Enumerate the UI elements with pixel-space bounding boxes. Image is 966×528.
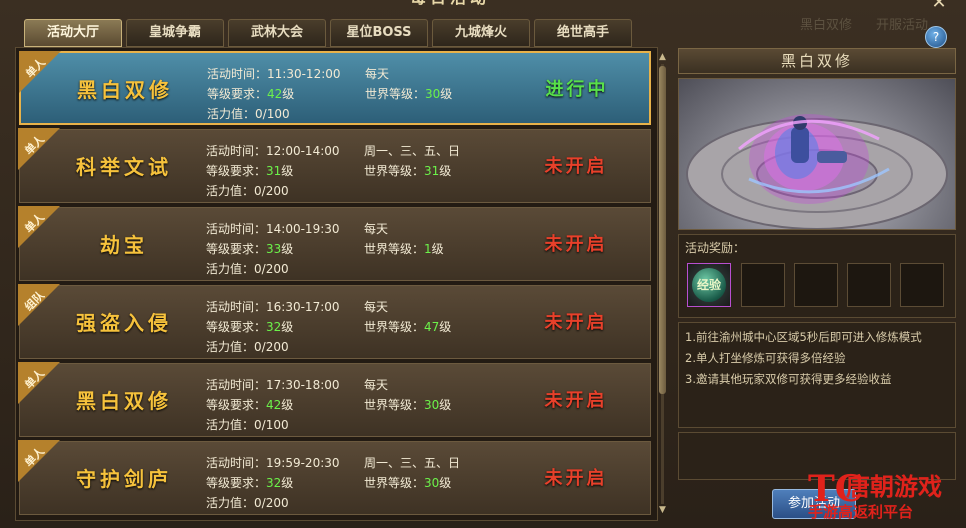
exp-gem-icon: 经验 [692,268,726,302]
activity-time: 活动时间：14:00-19:30 [206,222,340,236]
level-requirement: 等级要求：32级 [206,320,294,334]
activity-days: 每天 [365,67,390,81]
activity-time: 活动时间：16:30-17:00 [206,300,340,314]
activity-days: 每天 [364,300,389,314]
tab-nine-city-beacon[interactable]: 九城烽火 [432,19,530,47]
tab-martial-conference[interactable]: 武林大会 [228,19,326,47]
activity-status: 未开启 [544,312,608,333]
activity-name: 强盗入侵 [76,311,172,335]
reward-slot-empty[interactable] [741,263,785,307]
activity-time: 活动时间：11:30-12:00 [207,67,341,81]
activity-status: 未开启 [544,468,608,489]
activity-time: 活动时间：19:59-20:30 [206,456,340,470]
activity-row[interactable]: 单人 科举文试 活动时间：12:00-14:00 等级要求：31级 活力值：0/200 周… [18,128,651,203]
activity-value: 活力值：0/200 [206,340,289,354]
activity-name: 劫宝 [100,233,148,257]
watermark-subtitle: 手游高返利平台 [808,503,914,521]
activity-row[interactable]: 组队 强盗入侵 活动时间：16:30-17:00 等级要求：32级 活力值：0/200 每… [18,284,651,359]
tab-peerless-master[interactable]: 绝世高手 [534,19,632,47]
selected-activity-title: 黑白双修 [678,48,956,74]
activity-row[interactable]: 单人 黑白双修 活动时间：17:30-18:00 等级要求：42级 活力值：0/100 每… [18,362,651,437]
activity-name: 守护剑庐 [76,467,172,491]
activity-days: 每天 [364,378,389,392]
activity-value: 活力值：0/200 [206,496,289,510]
background-label: 开服活动 [876,18,929,33]
activity-name: 黑白双修 [77,78,173,102]
world-level: 世界等级：30级 [365,87,453,101]
list-scrollbar[interactable]: ▲ ▼ [657,52,668,516]
activity-time: 活动时间：12:00-14:00 [206,144,340,158]
scroll-up-arrow-icon[interactable]: ▲ [657,52,668,63]
reward-slot-empty[interactable] [794,263,838,307]
activity-value: 活力值：0/200 [206,184,289,198]
activity-status: 未开启 [544,390,608,411]
activity-days: 周一、三、五、日 [364,144,461,158]
description-line: 2.单人打坐修炼可获得多倍经验 [685,351,846,365]
activity-days: 每天 [364,222,389,236]
reward-label: 活动奖励： [685,241,746,255]
activity-value: 活力值：0/100 [206,418,289,432]
activity-preview-image [678,78,956,230]
scroll-down-arrow-icon[interactable]: ▼ [657,505,668,516]
tab-imperial-battle[interactable]: 皇城争霸 [126,19,224,47]
reward-slot-empty[interactable] [847,263,891,307]
description-line: 1.前往渝州城中心区域5秒后即可进入修炼模式 [685,330,922,344]
world-level: 世界等级：30级 [364,476,452,490]
activity-row[interactable]: 单人 劫宝 活动时间：14:00-19:30 等级要求：33级 活力值：0/200 每天世… [18,206,651,281]
watermark-title: 唐朝游戏 [846,473,942,501]
activity-description: 1.前往渝州城中心区域5秒后即可进入修炼模式 2.单人打坐修炼可获得多倍经验 3… [678,322,956,428]
level-requirement: 等级要求：42级 [206,398,294,412]
activity-row[interactable]: 单人 守护剑庐 活动时间：19:59-20:30 等级要求：32级 活力值：0/200 周… [18,440,651,515]
activity-time: 活动时间：17:30-18:00 [206,378,340,392]
activity-days: 周一、三、五、日 [364,456,461,470]
scroll-thumb[interactable] [659,66,666,394]
activity-value: 活力值：0/100 [207,107,290,121]
reward-panel: 活动奖励： 经验 [678,234,956,318]
world-level: 世界等级：31级 [364,164,452,178]
world-level: 世界等级：47级 [364,320,452,334]
level-requirement: 等级要求：31级 [206,164,294,178]
watermark-logo: TC 唐朝游戏 手游高返利平台 [808,470,964,526]
activity-list: 单人 黑白双修 活动时间：11:30-12:00 等级要求：42级 活力值：0/100 每… [15,47,658,521]
close-icon[interactable]: ✕ [928,0,950,12]
activity-name: 科举文试 [76,155,172,179]
activity-status: 进行中 [545,79,609,100]
activity-status: 未开启 [544,156,608,177]
activity-name: 黑白双修 [76,389,172,413]
activity-window: 每日活动 ✕ 黑白双修 开服活动 ? 活动大厅 皇城争霸 武林大会 星位BOSS… [0,0,966,528]
activity-value: 活力值：0/200 [206,262,289,276]
level-requirement: 等级要求：32级 [206,476,294,490]
window-title: 每日活动 [300,0,600,10]
level-requirement: 等级要求：33级 [206,242,294,256]
description-line: 3.邀请其他玩家双修可获得更多经验收益 [685,372,892,386]
tab-activity-hall[interactable]: 活动大厅 [24,19,122,47]
level-requirement: 等级要求：42级 [207,87,295,101]
world-level: 世界等级：1级 [364,242,444,256]
tab-star-boss[interactable]: 星位BOSS [330,19,428,47]
reward-slot-empty[interactable] [900,263,944,307]
background-label: 黑白双修 [800,18,853,33]
world-level: 世界等级：30级 [364,398,452,412]
activity-status: 未开启 [544,234,608,255]
activity-row[interactable]: 单人 黑白双修 活动时间：11:30-12:00 等级要求：42级 活力值：0/100 每… [19,51,651,125]
tab-bar: 活动大厅 皇城争霸 武林大会 星位BOSS 九城烽火 绝世高手 [24,19,632,47]
help-icon[interactable]: ? [925,26,947,48]
reward-slot-exp[interactable]: 经验 [687,263,731,307]
